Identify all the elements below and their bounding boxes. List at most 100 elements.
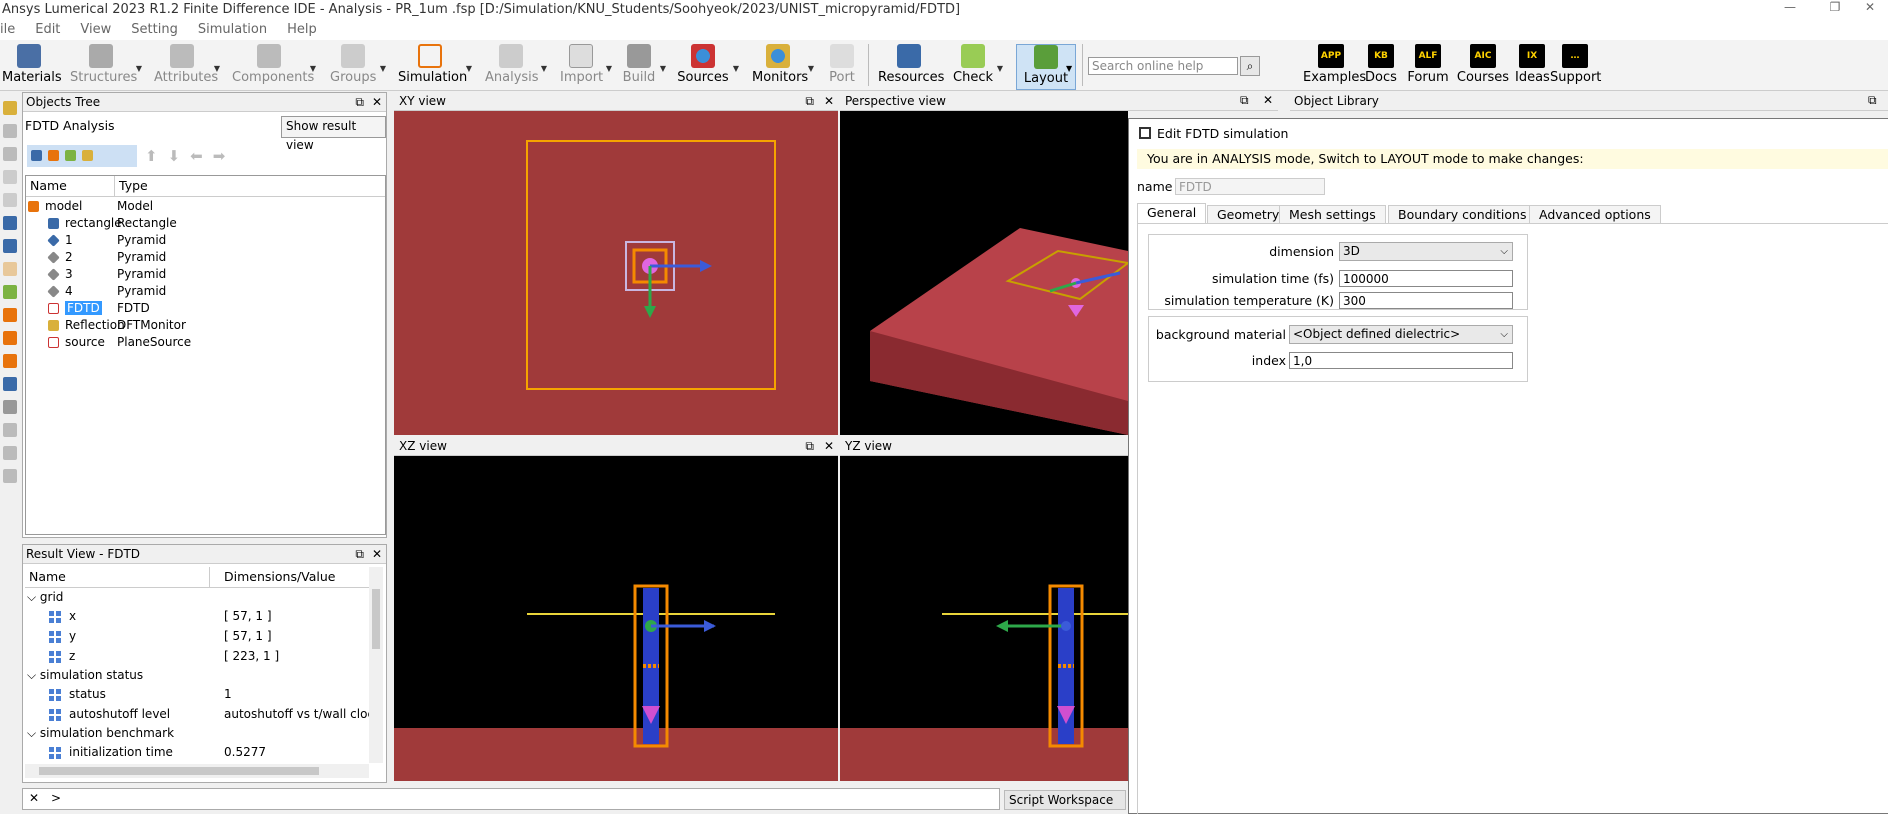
measure-tool-icon[interactable] [3,308,17,322]
script-prompt-bar[interactable]: ✕ > [22,788,1000,810]
import-button[interactable]: Import ▼ [560,44,612,88]
sources-button[interactable]: Sources ▼ [677,44,739,88]
background-material-select[interactable]: <Object defined dielectric> ⌵ [1289,325,1513,344]
tree-row-pyramid-4[interactable]: 4 Pyramid [47,283,166,300]
port-button[interactable]: Port [826,44,858,88]
menu-edit[interactable]: Edit [25,20,70,37]
simulation-time-field[interactable]: 100000 [1339,270,1513,287]
result-group-grid[interactable]: ⌵ grid [27,589,63,606]
float-view-icon[interactable]: ⧉ [805,439,814,453]
examples-button[interactable]: APP Examples [1303,44,1366,88]
name-field[interactable]: FDTD [1175,178,1325,195]
tree-row-source[interactable]: source PlaneSource [48,334,191,351]
axis-x-icon[interactable] [3,423,17,437]
dimension-select[interactable]: 3D ⌵ [1339,242,1513,261]
result-horizontal-scrollbar[interactable] [25,764,369,778]
number-tool-icon[interactable] [3,285,17,299]
perspective-canvas[interactable] [840,111,1128,435]
result-row-init-time[interactable]: initialization time 0.5277 [49,744,266,761]
float-panel-icon[interactable]: ⧉ [1868,93,1877,108]
simulation-filter-icon[interactable] [48,150,59,161]
search-icon[interactable]: ⌕ [1240,56,1260,76]
tab-boundary-conditions[interactable]: Boundary conditions [1388,205,1537,224]
xz-view[interactable]: XZ view ⧉ ✕ [394,437,838,781]
source-filter-icon[interactable] [82,150,93,161]
result-row-x[interactable]: x[ 57, 1 ] [49,608,272,625]
float-view-icon[interactable]: ⧉ [805,94,814,108]
float-panel-icon[interactable]: ⧉ [355,95,364,109]
chevron-down-icon[interactable]: ⌵ [27,726,40,740]
analysis-button[interactable]: Analysis ▼ [485,44,547,88]
groups-button[interactable]: Groups ▼ [330,44,386,88]
layout-dropdown-icon[interactable]: ▼ [1066,64,1072,73]
yz-view[interactable]: YZ view [840,437,1128,781]
index-field[interactable]: 1,0 [1289,352,1513,369]
delete-tool-icon[interactable] [3,193,17,207]
close-panel-icon[interactable]: ✕ [372,95,382,109]
perspective-view[interactable]: Perspective view [840,92,1128,435]
result-group-benchmark[interactable]: ⌵ simulation benchmark [27,725,174,742]
chevron-down-icon[interactable]: ⌵ [27,590,40,604]
move-up-icon[interactable]: ⬆ [145,147,168,165]
edit-tool-icon[interactable] [3,101,17,115]
tree-row-reflection[interactable]: Reflection DFTMonitor [48,317,186,334]
tree-row-pyramid-1[interactable]: 1 Pyramid [47,232,166,249]
move-right-icon[interactable]: ➡ [213,147,236,165]
xz-canvas[interactable] [394,456,838,781]
tree-row-pyramid-2[interactable]: 2 Pyramid [47,249,166,266]
tab-general[interactable]: General [1137,203,1207,224]
result-row-autoshutoff[interactable]: autoshutoff level autoshutoff vs t/wall c… [49,706,369,723]
table2-tool-icon[interactable] [3,377,17,391]
xy-view[interactable]: XY view ⧉ ✕ [394,92,838,435]
axis-z-icon[interactable] [3,469,17,483]
close-panel-icon[interactable]: ✕ [372,547,382,561]
ideas-button[interactable]: IX Ideas [1515,44,1550,88]
attributes-button[interactable]: Attributes ▼ [154,44,220,88]
close-button[interactable]: ✕ [1850,0,1888,18]
tab-mesh-settings[interactable]: Mesh settings [1279,205,1386,224]
table-tool-icon[interactable] [3,354,17,368]
close-view-icon[interactable]: ✕ [1263,93,1273,107]
monitors-button[interactable]: Monitors ▼ [752,44,814,88]
show-result-view-button[interactable]: Show result view [281,116,386,152]
float-panel-icon[interactable]: ⧉ [355,547,364,561]
close-script-icon[interactable]: ✕ [29,791,39,805]
result-row-status[interactable]: status 1 [49,686,232,703]
menu-file[interactable]: ile [0,20,25,37]
menu-setting[interactable]: Setting [121,20,188,37]
xy-canvas[interactable] [394,111,838,435]
search-input[interactable]: Search online help [1088,57,1238,75]
result-row-y[interactable]: y[ 57, 1 ] [49,628,272,645]
tree-row-fdtd[interactable]: FDTD FDTD [48,300,150,317]
result-group-status[interactable]: ⌵ simulation status [27,667,143,684]
support-button[interactable]: … Support [1550,44,1601,88]
restore-button[interactable]: ❐ [1815,0,1855,18]
menu-simulation[interactable]: Simulation [188,20,277,37]
simulation-button[interactable]: Simulation ▼ [398,44,472,88]
structure-filter-icon[interactable] [31,150,42,161]
move-down-icon[interactable]: ⬇ [168,147,191,165]
minimize-button[interactable]: — [1770,0,1810,18]
structures-button[interactable]: Structures ▼ [70,44,142,88]
close-view-icon[interactable]: ✕ [824,439,834,453]
components-button[interactable]: Components ▼ [232,44,316,88]
zoom-tool-icon[interactable] [3,239,17,253]
pan-tool-icon[interactable] [3,262,17,276]
close-view-icon[interactable]: ✕ [824,94,834,108]
docs-button[interactable]: KB Docs [1360,44,1402,88]
result-row-z[interactable]: z[ 223, 1 ] [49,648,279,665]
simulation-temperature-field[interactable]: 300 [1339,292,1513,309]
menu-view[interactable]: View [70,20,121,37]
ruler-tool-icon[interactable] [3,400,17,414]
multi-shape-icon[interactable] [3,170,17,184]
tree-row-model[interactable]: model Model [28,198,153,215]
forum-button[interactable]: ALF Forum [1403,44,1453,88]
tab-geometry[interactable]: Geometry [1207,205,1290,224]
tab-advanced-options[interactable]: Advanced options [1529,205,1661,224]
courses-button[interactable]: AIC Courses [1455,44,1511,88]
grid-tool-icon[interactable] [3,331,17,345]
script-workspace-tab[interactable]: Script Workspace [1004,790,1126,810]
build-button[interactable]: Build ▼ [622,44,666,88]
menu-help[interactable]: Help [277,20,327,37]
chevron-down-icon[interactable]: ⌵ [27,668,40,682]
